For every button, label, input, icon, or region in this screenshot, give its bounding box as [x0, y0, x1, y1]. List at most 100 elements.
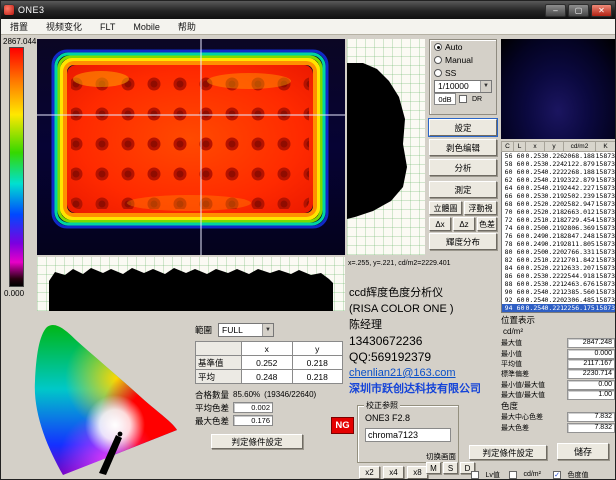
- table-row[interactable]: 70600.2520.2182663.01215873: [502, 208, 616, 216]
- horizontal-profile-chart: [37, 257, 345, 311]
- radio-manual[interactable]: Manual: [434, 54, 496, 66]
- app-window: ONE3 – ▢ ✕ 措置视频变化FLTMobile帮助 2867.044 0.…: [0, 0, 616, 480]
- column-header[interactable]: y: [545, 142, 564, 152]
- horizontal-profile-shape: [37, 257, 345, 311]
- column-header[interactable]: C: [502, 142, 514, 152]
- zoom-x4-button[interactable]: x4: [383, 466, 404, 479]
- radio-manual-icon[interactable]: [434, 56, 442, 64]
- stat-row: 最大中心色差7.832: [501, 412, 615, 422]
- close-icon[interactable]: ✕: [591, 4, 612, 17]
- analyze-button[interactable]: 分析: [429, 159, 497, 176]
- chevron-down-icon: ▼: [262, 324, 273, 336]
- shutter-dropdown[interactable]: 1/10000 ▼: [434, 80, 492, 93]
- msd-button-row: M S D: [426, 462, 475, 474]
- save-button[interactable]: 儲存: [557, 443, 609, 460]
- judge-condition-button[interactable]: 判定條件設定: [211, 434, 303, 449]
- radio-ss[interactable]: SS: [434, 67, 496, 79]
- table-row[interactable]: 64600.2540.2192442.22715873: [502, 184, 616, 192]
- table-row[interactable]: 84600.2520.2212633.20715873: [502, 264, 616, 272]
- maximize-icon[interactable]: ▢: [568, 4, 589, 17]
- stat-row: 最小值/最大值0.00: [501, 380, 615, 390]
- capture-mode-group: Auto Manual SS 1/10000 ▼ 0dB ✓ DR: [429, 39, 497, 115]
- menu-item[interactable]: FLT: [91, 19, 124, 34]
- zoom-x8-button[interactable]: x8: [407, 466, 428, 479]
- switch-view-label: 切换画面: [426, 451, 456, 462]
- column-header[interactable]: x: [526, 142, 545, 152]
- column-header[interactable]: K: [596, 142, 616, 152]
- cie-diagram: [29, 317, 191, 477]
- camera-preview: [501, 39, 615, 139]
- pass-count-detail: (19346/22640): [264, 390, 316, 399]
- table-row[interactable]: 86600.2530.2222544.91815873: [502, 272, 616, 280]
- table-row[interactable]: 74600.2500.2192806.36915873: [502, 224, 616, 232]
- table-row[interactable]: 78600.2490.2192811.80515873: [502, 240, 616, 248]
- pass-count-label: 合格數量: [195, 389, 229, 401]
- vertical-profile-shape: [347, 39, 425, 255]
- color-diff-button[interactable]: 色差: [477, 217, 497, 231]
- radio-auto[interactable]: Auto: [434, 41, 496, 53]
- data-table-body: 56600.2530.2262068.1881587358600.2530.22…: [502, 152, 616, 313]
- stats-unit: cd/m²: [503, 327, 615, 336]
- menu-item[interactable]: 措置: [1, 19, 37, 34]
- contact-block: ccd辉度色度分析仪(RISA COLOR ONE )陈经理1343067223…: [349, 285, 481, 397]
- table-row[interactable]: 76600.2490.2182847.24815873: [502, 232, 616, 240]
- zoom-x2-button[interactable]: x2: [359, 466, 380, 479]
- table-row[interactable]: 92600.2540.2202306.48515873: [502, 296, 616, 304]
- window-title: ONE3: [18, 5, 45, 15]
- position-stats: 位置表示 cd/m² 最大值2847.248最小值0.000平均值2117.16…: [501, 314, 615, 400]
- table-row[interactable]: 66600.2530.2192502.23915873: [502, 192, 616, 200]
- delta-x-button[interactable]: Δx: [429, 217, 451, 231]
- column-header[interactable]: L: [514, 142, 526, 152]
- lv-checkbox[interactable]: ✓: [471, 471, 479, 479]
- stat-row: 標準偏差2230.714: [501, 369, 615, 379]
- calibration-model: ONE3 F2.8: [365, 413, 458, 423]
- table-row[interactable]: 62600.2540.2192322.87915873: [502, 176, 616, 184]
- m-button[interactable]: M: [426, 462, 441, 474]
- range-dropdown[interactable]: FULL ▼: [218, 323, 274, 337]
- view-3d-button[interactable]: 立體圖: [429, 201, 462, 215]
- table-row[interactable]: 88600.2530.2212463.67615873: [502, 280, 616, 288]
- col-y-header: y: [292, 342, 343, 356]
- max-diff-label: 最大色差: [195, 415, 229, 427]
- menu-item[interactable]: 帮助: [169, 19, 205, 34]
- range-panel: 範圍 FULL ▼ x y 基準值 0.252 0.218 平均 0.248 0…: [195, 323, 353, 449]
- heatmap-view[interactable]: [37, 39, 345, 255]
- table-row[interactable]: 60600.2540.2222268.18815873: [502, 168, 616, 176]
- chroma-checkbox[interactable]: ✓: [553, 471, 561, 479]
- float-view-button[interactable]: 浮動視: [464, 201, 497, 215]
- radio-ss-icon[interactable]: [434, 69, 442, 77]
- set-button[interactable]: 設定: [429, 119, 497, 136]
- dr-checkbox[interactable]: ✓: [459, 95, 467, 103]
- delta-z-button[interactable]: Δz: [453, 217, 475, 231]
- radio-auto-icon[interactable]: [434, 43, 442, 51]
- column-header[interactable]: cd/m2: [564, 142, 596, 152]
- gain-value: 0dB: [434, 93, 456, 105]
- table-row[interactable]: 68600.2520.2202582.94715873: [502, 200, 616, 208]
- menu-item[interactable]: Mobile: [124, 19, 169, 34]
- table-row[interactable]: 82600.2510.2212701.84215873: [502, 256, 616, 264]
- s-button[interactable]: S: [443, 462, 458, 474]
- false-color-edit-button[interactable]: 剥色编辑: [429, 139, 497, 156]
- table-row[interactable]: 94600.2540.2212256.17515873: [502, 304, 616, 313]
- measurement-table[interactable]: CLxycd/m2K 56600.2530.2262068.1881587358…: [501, 141, 616, 313]
- avg-y-value: 0.218: [292, 370, 343, 384]
- cd-checkbox[interactable]: ✓: [509, 471, 517, 479]
- luminance-dist-button[interactable]: 輝度分布: [429, 233, 497, 250]
- colorbar-max-value: 2867.044: [3, 37, 36, 46]
- cd-checkbox-row: ✓ cd/m²: [509, 466, 541, 480]
- pass-count-value: 85.60%: [233, 390, 260, 399]
- table-row[interactable]: 72600.2510.2182729.45415873: [502, 216, 616, 224]
- judge-condition-button-2[interactable]: 判定條件設定: [469, 445, 547, 460]
- minimize-icon[interactable]: –: [545, 4, 566, 17]
- measure-button[interactable]: 測定: [429, 181, 497, 198]
- table-row[interactable]: 58600.2530.2242122.87915873: [502, 160, 616, 168]
- ref-x-value[interactable]: 0.252: [242, 356, 293, 370]
- menu-item[interactable]: 视频变化: [37, 19, 91, 34]
- table-row[interactable]: 56600.2530.2262068.18815873: [502, 152, 616, 161]
- ref-y-value[interactable]: 0.218: [292, 356, 343, 370]
- table-row[interactable]: 80600.2500.2202766.33115873: [502, 248, 616, 256]
- window-controls: – ▢ ✕: [545, 4, 612, 17]
- table-header-row: CLxycd/m2K: [502, 142, 616, 152]
- app-icon: [4, 5, 14, 15]
- table-row[interactable]: 90600.2540.2212385.56015873: [502, 288, 616, 296]
